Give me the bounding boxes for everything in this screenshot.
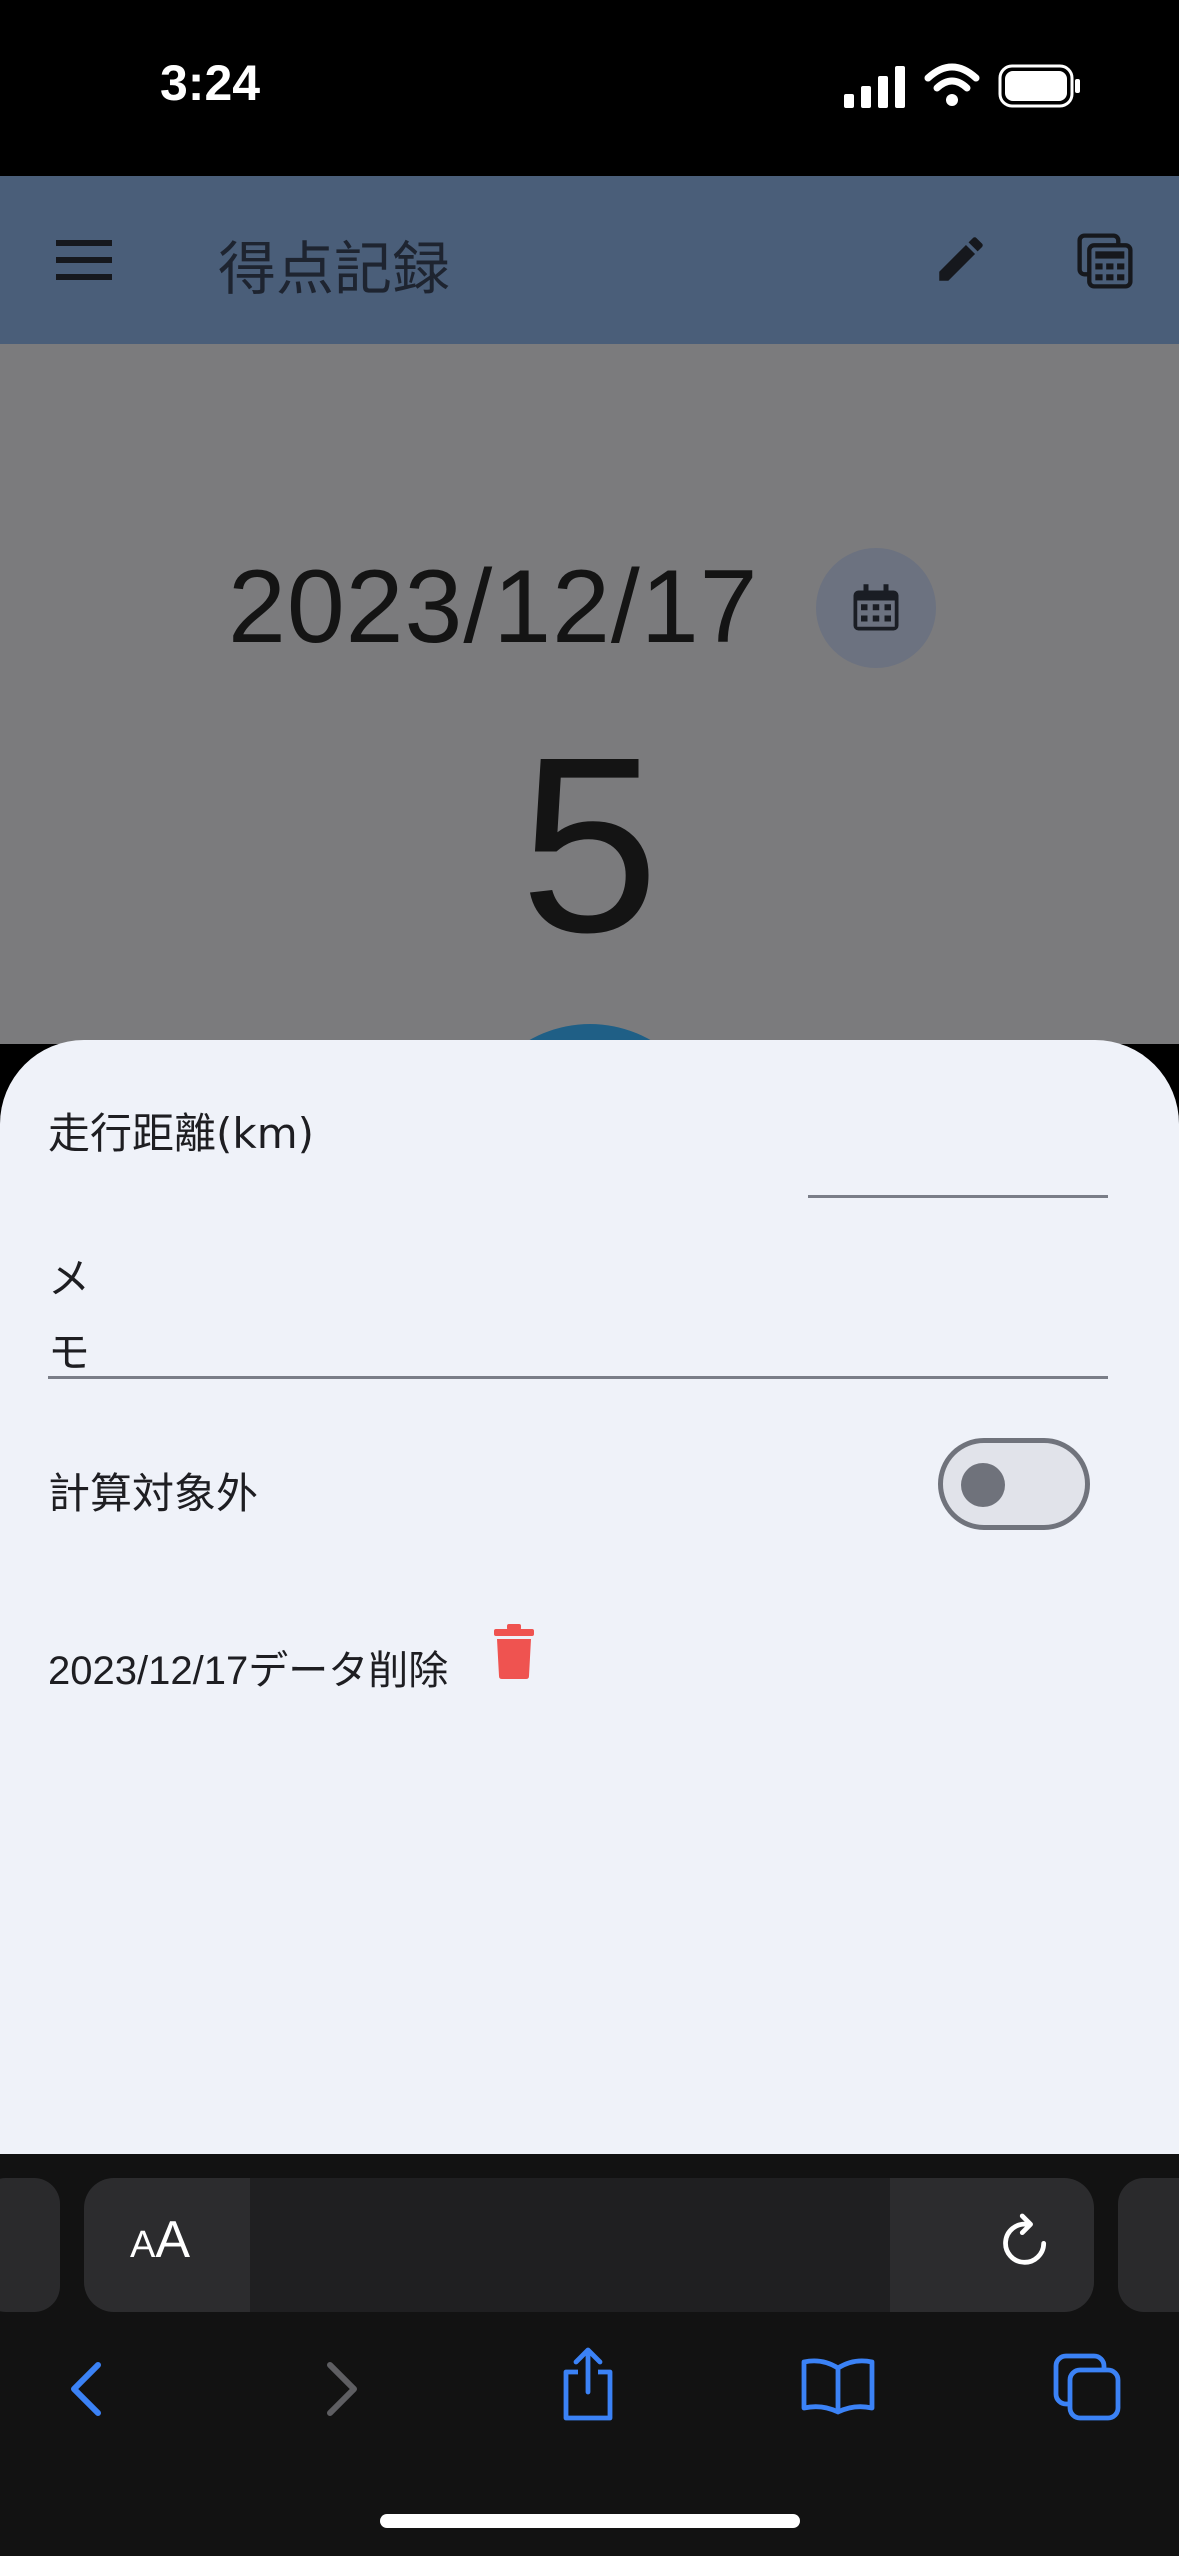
menu-icon[interactable] <box>56 240 112 280</box>
tabs-icon[interactable] <box>1052 2352 1122 2422</box>
cellular-signal-icon <box>844 66 905 108</box>
url-field[interactable] <box>250 2178 890 2312</box>
previous-tab-preview[interactable] <box>0 2178 60 2312</box>
battery-icon <box>998 64 1080 108</box>
memo-input[interactable] <box>48 1376 1108 1379</box>
exclude-toggle[interactable] <box>938 1438 1090 1530</box>
exclude-label: 計算対象外 <box>48 1469 259 1518</box>
share-icon[interactable] <box>556 2344 620 2424</box>
calendar-icon <box>853 584 899 631</box>
bottom-sheet <box>0 1040 1179 2154</box>
calendar-button[interactable] <box>816 548 936 668</box>
distance-label: 走行距離(km) <box>48 1109 315 1158</box>
home-indicator <box>380 2514 800 2528</box>
delete-data-label[interactable]: 2023/12/17データ削除 <box>48 1638 448 1696</box>
trash-icon[interactable] <box>492 1624 536 1680</box>
forward-icon[interactable] <box>322 2358 362 2420</box>
memo-label: メモ <box>48 1254 91 1377</box>
back-icon[interactable] <box>66 2358 106 2420</box>
page-title: 得点記録 <box>218 235 451 303</box>
calculator-icon[interactable] <box>1076 232 1134 290</box>
app-bar <box>0 176 1179 344</box>
next-tab-preview[interactable] <box>1118 2178 1179 2312</box>
score-display: 5 <box>519 705 660 984</box>
text-size-big-a: A <box>155 2211 191 2269</box>
distance-input[interactable] <box>808 1195 1108 1198</box>
pencil-icon[interactable] <box>932 230 990 288</box>
text-size-small-a: A <box>130 2224 156 2266</box>
text-size-button[interactable]: AA <box>130 2210 190 2270</box>
wifi-icon <box>924 63 980 106</box>
status-time: 3:24 <box>160 55 261 111</box>
toggle-knob <box>961 1463 1005 1507</box>
bookmarks-icon[interactable] <box>800 2356 876 2416</box>
date-display: 2023/12/17 <box>228 549 759 665</box>
reload-icon[interactable] <box>998 2210 1056 2272</box>
